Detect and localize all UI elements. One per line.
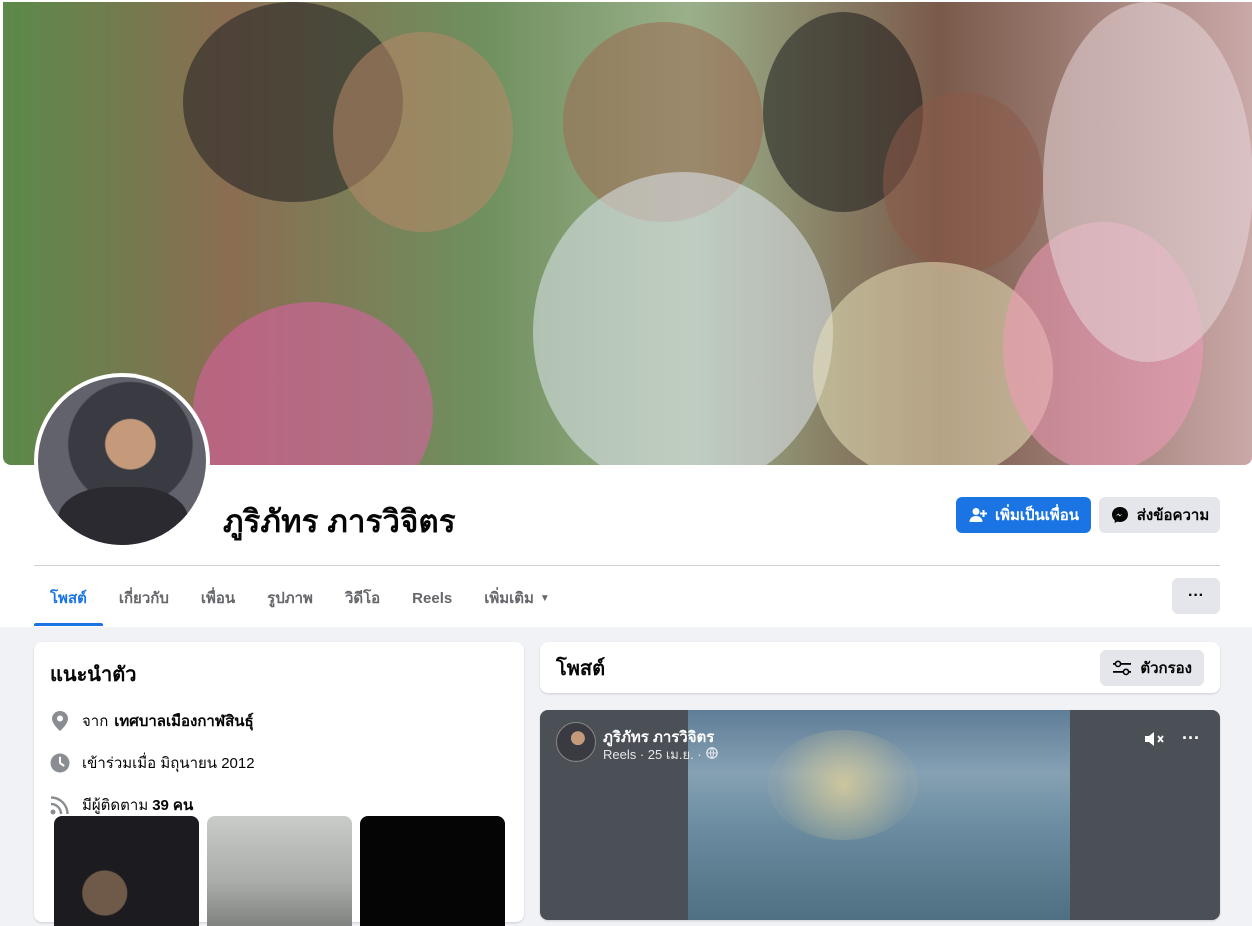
profile-header: ภูริภัทร ภารวิจิตร เพิ่มเป็นเพื่อน ส่งข้… bbox=[0, 0, 1252, 627]
intro-title: แนะนำตัว bbox=[50, 664, 137, 686]
tab-videos[interactable]: วิดีโอ bbox=[329, 570, 396, 626]
clock-icon bbox=[50, 753, 70, 773]
caret-down-icon: ▼ bbox=[539, 592, 550, 604]
posts-header: โพสต์ ตัวกรอง bbox=[540, 642, 1220, 693]
intro-followers: มีผู้ติดตาม 39 คน bbox=[50, 794, 508, 816]
cover-photo[interactable] bbox=[3, 2, 1252, 465]
video-light bbox=[768, 730, 918, 840]
joined-text: เข้าร่วมเมื่อ มิถุนายน 2012 bbox=[82, 755, 255, 772]
rss-followers-icon bbox=[50, 795, 70, 815]
from-prefix: จาก bbox=[82, 713, 109, 730]
tab-label: วิดีโอ bbox=[344, 590, 381, 607]
reel-video[interactable] bbox=[688, 710, 1070, 920]
add-friend-button[interactable]: เพิ่มเป็นเพื่อน bbox=[956, 497, 1091, 533]
messenger-icon bbox=[1110, 505, 1130, 525]
add-friend-icon bbox=[968, 505, 988, 525]
post-controls: ··· bbox=[1144, 729, 1200, 753]
tab-label: เกี่ยวกับ bbox=[118, 590, 169, 607]
more-options-button[interactable]: ··· bbox=[1172, 578, 1220, 614]
profile-tabs: โพสต์ เกี่ยวกับ เพื่อน รูปภาพ วิดีโอ Ree… bbox=[34, 570, 566, 626]
tab-reels[interactable]: Reels bbox=[396, 570, 468, 626]
filter-sliders-icon bbox=[1112, 658, 1132, 678]
profile-picture[interactable] bbox=[34, 373, 210, 549]
tab-label: เพิ่มเติม bbox=[484, 590, 534, 607]
tab-friends[interactable]: เพื่อน bbox=[185, 570, 251, 626]
followers-suffix: คน bbox=[172, 797, 194, 814]
followers-count[interactable]: 39 bbox=[152, 797, 169, 814]
tab-label: เพื่อน bbox=[200, 590, 236, 607]
profile-name: ภูริภัทร ภารวิจิตร bbox=[223, 504, 456, 539]
tab-about[interactable]: เกี่ยวกับ bbox=[103, 570, 185, 626]
post-meta-text: Reels · 25 เม.ย. · bbox=[603, 747, 702, 762]
tab-label: โพสต์ bbox=[50, 590, 87, 607]
intro-joined: เข้าร่วมเมื่อ มิถุนายน 2012 bbox=[50, 752, 508, 774]
message-label: ส่งข้อความ bbox=[1136, 507, 1210, 524]
globe-icon bbox=[705, 747, 718, 762]
post-author-avatar[interactable] bbox=[556, 722, 596, 762]
tab-photos[interactable]: รูปภาพ bbox=[251, 570, 329, 626]
message-button[interactable]: ส่งข้อความ bbox=[1099, 497, 1220, 533]
intro-from: จาก เทศบาลเมืองกาฬสินธุ์ bbox=[50, 710, 508, 732]
mute-icon[interactable] bbox=[1144, 730, 1166, 753]
from-place[interactable]: เทศบาลเมืองกาฬสินธุ์ bbox=[114, 709, 253, 733]
location-pin-icon bbox=[50, 711, 70, 731]
tab-label: Reels bbox=[412, 589, 453, 607]
more-dots-icon: ··· bbox=[1188, 587, 1204, 604]
header-divider bbox=[34, 565, 1220, 566]
followers-prefix: มีผู้ติดตาม bbox=[82, 797, 149, 814]
intro-card: แนะนำตัว จาก เทศบาลเมืองกาฬสินธุ์ เข้าร่… bbox=[34, 642, 524, 926]
posts-title: โพสต์ bbox=[556, 657, 606, 680]
tab-label: รูปภาพ bbox=[267, 590, 313, 607]
filter-label: ตัวกรอง bbox=[1140, 659, 1192, 677]
post-menu-icon[interactable]: ··· bbox=[1182, 729, 1200, 753]
post-meta: Reels · 25 เม.ย. · bbox=[603, 744, 718, 765]
add-friend-label: เพิ่มเป็นเพื่อน bbox=[994, 507, 1080, 524]
reel-post[interactable]: ภูริภัทร ภารวิจิตร Reels · 25 เม.ย. · ··… bbox=[540, 710, 1220, 920]
tab-posts[interactable]: โพสต์ bbox=[34, 570, 103, 626]
tab-more[interactable]: เพิ่มเติม ▼ bbox=[468, 570, 566, 626]
filter-button[interactable]: ตัวกรอง bbox=[1100, 649, 1204, 686]
avatar bbox=[38, 377, 206, 545]
